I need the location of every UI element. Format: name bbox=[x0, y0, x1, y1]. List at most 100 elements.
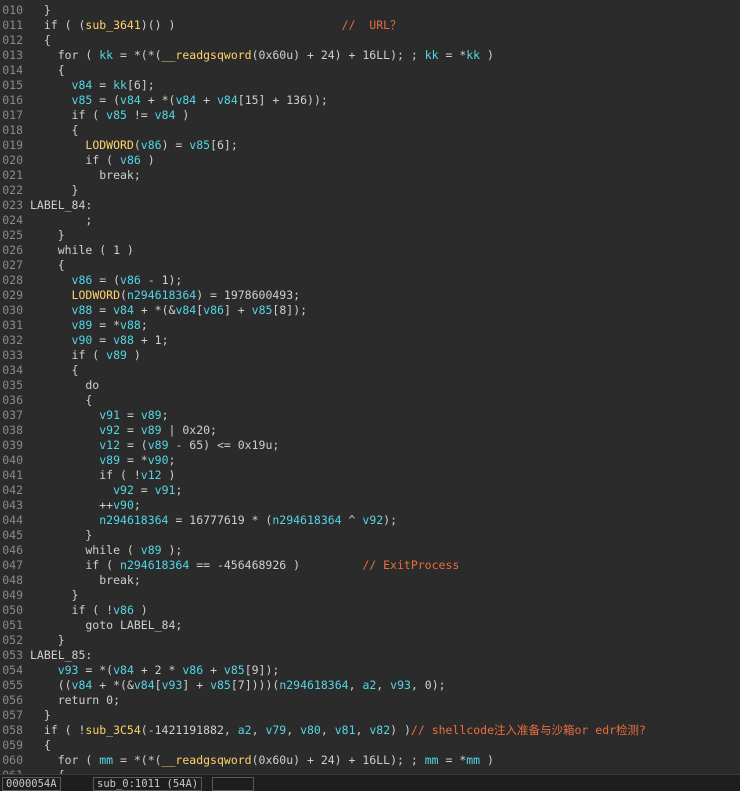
variable-token[interactable]: v84 bbox=[72, 678, 93, 692]
code-line[interactable]: 049 } bbox=[0, 588, 740, 603]
function-token[interactable]: sub_3C54 bbox=[85, 723, 140, 737]
variable-token[interactable]: v84 bbox=[134, 678, 155, 692]
variable-token[interactable]: kk bbox=[99, 48, 113, 62]
code-line[interactable]: 059 { bbox=[0, 738, 740, 753]
variable-token[interactable]: v86 bbox=[72, 273, 93, 287]
variable-token[interactable]: v86 bbox=[203, 303, 224, 317]
variable-token[interactable]: v85 bbox=[210, 678, 231, 692]
code-line[interactable]: 052 } bbox=[0, 633, 740, 648]
variable-token[interactable]: v88 bbox=[113, 333, 134, 347]
code-line[interactable]: 016 v85 = (v84 + *(v84 + v84[15] + 136))… bbox=[0, 93, 740, 108]
variable-token[interactable]: v85 bbox=[189, 138, 210, 152]
code-line[interactable]: 039 v12 = (v89 - 65) <= 0x19u; bbox=[0, 438, 740, 453]
function-token[interactable]: LODWORD bbox=[72, 288, 120, 302]
variable-token[interactable]: v84 bbox=[113, 303, 134, 317]
code-line[interactable]: 033 if ( v89 ) bbox=[0, 348, 740, 363]
variable-token[interactable]: v12 bbox=[99, 438, 120, 452]
code-line[interactable]: 054 v93 = *(v84 + 2 * v86 + v85[9]); bbox=[0, 663, 740, 678]
code-line[interactable]: 012 { bbox=[0, 33, 740, 48]
code-line[interactable]: 040 v89 = *v90; bbox=[0, 453, 740, 468]
variable-token[interactable]: v84 bbox=[155, 108, 176, 122]
variable-token[interactable]: v88 bbox=[120, 318, 141, 332]
variable-token[interactable]: v89 bbox=[106, 348, 127, 362]
code-line[interactable]: 024 ; bbox=[0, 213, 740, 228]
code-line[interactable]: 043 ++v90; bbox=[0, 498, 740, 513]
code-line[interactable]: 031 v89 = *v88; bbox=[0, 318, 740, 333]
variable-token[interactable]: v90 bbox=[113, 498, 134, 512]
variable-token[interactable]: v86 bbox=[120, 153, 141, 167]
code-line[interactable]: 058 if ( !sub_3C54(-1421191882, a2, v79,… bbox=[0, 723, 740, 738]
code-line[interactable]: 048 break; bbox=[0, 573, 740, 588]
variable-token[interactable]: v92 bbox=[99, 423, 120, 437]
variable-token[interactable]: a2 bbox=[238, 723, 252, 737]
code-line[interactable]: 045 } bbox=[0, 528, 740, 543]
code-line[interactable]: 060 for ( mm = *(*(__readgsqword(0x60u) … bbox=[0, 753, 740, 768]
variable-token[interactable]: v89 bbox=[72, 318, 93, 332]
variable-token[interactable]: v12 bbox=[141, 468, 162, 482]
variable-token[interactable]: v93 bbox=[162, 678, 183, 692]
variable-token[interactable]: v89 bbox=[141, 408, 162, 422]
code-line[interactable]: 037 v91 = v89; bbox=[0, 408, 740, 423]
code-line[interactable]: 020 if ( v86 ) bbox=[0, 153, 740, 168]
variable-token[interactable]: v80 bbox=[300, 723, 321, 737]
function-token[interactable]: __readgsqword bbox=[162, 48, 252, 62]
variable-token[interactable]: v79 bbox=[265, 723, 286, 737]
variable-token[interactable]: kk bbox=[113, 78, 127, 92]
variable-token[interactable]: mm bbox=[466, 753, 480, 767]
code-line[interactable]: 030 v88 = v84 + *(&v84[v86] + v85[8]); bbox=[0, 303, 740, 318]
variable-token[interactable]: v93 bbox=[58, 663, 79, 677]
function-token[interactable]: LODWORD bbox=[85, 138, 133, 152]
variable-token[interactable]: v86 bbox=[182, 663, 203, 677]
code-line[interactable]: 034 { bbox=[0, 363, 740, 378]
function-token[interactable]: sub_3641 bbox=[85, 18, 140, 32]
variable-token[interactable]: v90 bbox=[148, 453, 169, 467]
code-line[interactable]: 018 { bbox=[0, 123, 740, 138]
variable-token[interactable]: n294618364 bbox=[279, 678, 348, 692]
code-line[interactable]: 038 v92 = v89 | 0x20; bbox=[0, 423, 740, 438]
code-line[interactable]: 057 } bbox=[0, 708, 740, 723]
variable-token[interactable]: v86 bbox=[120, 273, 141, 287]
code-line[interactable]: 055 ((v84 + *(&v84[v93] + v85[7])))(n294… bbox=[0, 678, 740, 693]
variable-token[interactable]: kk bbox=[466, 48, 480, 62]
variable-token[interactable]: v84 bbox=[120, 93, 141, 107]
variable-token[interactable]: v81 bbox=[335, 723, 356, 737]
code-line[interactable]: 036 { bbox=[0, 393, 740, 408]
variable-token[interactable]: n294618364 bbox=[120, 558, 189, 572]
code-line[interactable]: 025 } bbox=[0, 228, 740, 243]
variable-token[interactable]: a2 bbox=[362, 678, 376, 692]
code-line[interactable]: 028 v86 = (v86 - 1); bbox=[0, 273, 740, 288]
code-line[interactable]: 021 break; bbox=[0, 168, 740, 183]
variable-token[interactable]: v84 bbox=[175, 303, 196, 317]
variable-token[interactable]: v85 bbox=[106, 108, 127, 122]
code-line[interactable]: 017 if ( v85 != v84 ) bbox=[0, 108, 740, 123]
code-line[interactable]: 044 n294618364 = 16777619 * (n294618364 … bbox=[0, 513, 740, 528]
variable-token[interactable]: v88 bbox=[72, 303, 93, 317]
code-line[interactable]: 023 LABEL_84: bbox=[0, 198, 740, 213]
variable-token[interactable]: mm bbox=[99, 753, 113, 767]
code-line[interactable]: 019 LODWORD(v86) = v85[6]; bbox=[0, 138, 740, 153]
variable-token[interactable]: v93 bbox=[390, 678, 411, 692]
code-line[interactable]: 056 return 0; bbox=[0, 693, 740, 708]
code-line[interactable]: 035 do bbox=[0, 378, 740, 393]
variable-token[interactable]: v85 bbox=[72, 93, 93, 107]
code-line[interactable]: 029 LODWORD(n294618364) = 1978600493; bbox=[0, 288, 740, 303]
code-line[interactable]: 047 if ( n294618364 == -456468926 ) // E… bbox=[0, 558, 740, 573]
code-line[interactable]: 053 LABEL_85: bbox=[0, 648, 740, 663]
code-line[interactable]: 050 if ( !v86 ) bbox=[0, 603, 740, 618]
variable-token[interactable]: v84 bbox=[113, 663, 134, 677]
variable-token[interactable]: v89 bbox=[141, 423, 162, 437]
code-line[interactable]: 051 goto LABEL_84; bbox=[0, 618, 740, 633]
variable-token[interactable]: v91 bbox=[155, 483, 176, 497]
variable-token[interactable]: v82 bbox=[369, 723, 390, 737]
variable-token[interactable]: kk bbox=[425, 48, 439, 62]
code-line[interactable]: 014 { bbox=[0, 63, 740, 78]
variable-token[interactable]: v86 bbox=[141, 138, 162, 152]
variable-token[interactable]: n294618364 bbox=[99, 513, 168, 527]
code-line[interactable]: 013 for ( kk = *(*(__readgsqword(0x60u) … bbox=[0, 48, 740, 63]
variable-token[interactable]: v89 bbox=[148, 438, 169, 452]
variable-token[interactable]: v86 bbox=[113, 603, 134, 617]
code-line[interactable]: 010 } bbox=[0, 3, 740, 18]
variable-token[interactable]: v85 bbox=[252, 303, 273, 317]
code-line[interactable]: 042 v92 = v91; bbox=[0, 483, 740, 498]
code-line[interactable]: 011 if ( (sub_3641)() ) // URL？ bbox=[0, 18, 740, 33]
